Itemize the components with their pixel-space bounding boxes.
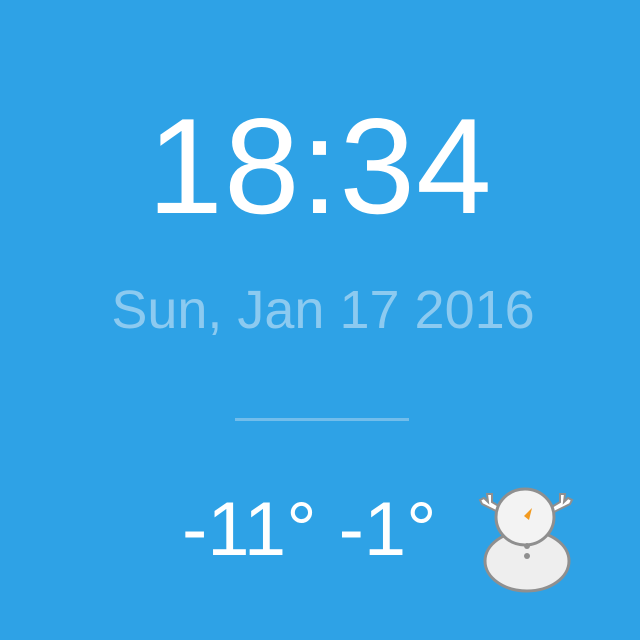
time-display[interactable]: 18:34: [0, 96, 640, 236]
temperature-range: -11° -1°: [182, 490, 437, 570]
snowman-button-2: [524, 553, 530, 559]
date-display[interactable]: Sun, Jan 17 2016: [0, 280, 640, 340]
snowman-button-1: [524, 543, 530, 549]
weather-row[interactable]: -11° -1°: [0, 484, 640, 594]
divider: [235, 418, 409, 421]
snowman-head: [494, 487, 556, 547]
high-temp: -1°: [338, 487, 437, 572]
low-temp: -11°: [182, 487, 317, 572]
snowman-icon: [478, 487, 574, 593]
